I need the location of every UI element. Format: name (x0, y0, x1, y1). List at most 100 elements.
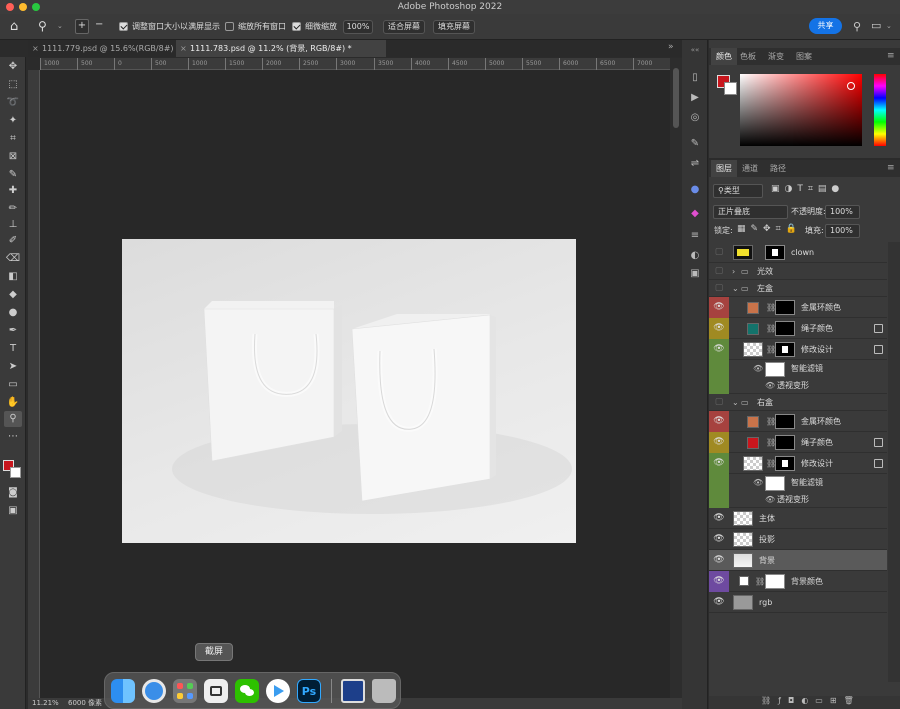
link-layers-icon[interactable]: ⛓ (761, 696, 778, 705)
dodge-tool-icon[interactable]: ● (4, 305, 22, 321)
visibility-icon[interactable]: 👁 (709, 411, 729, 432)
styles-icon[interactable]: ◐ (688, 250, 702, 262)
layer-row[interactable]: 👁 rgb (709, 592, 887, 613)
screen-mode-icon[interactable]: ▣ (4, 503, 22, 519)
layer-row[interactable]: ▢ clown (709, 242, 887, 263)
zoom-window-button[interactable] (32, 3, 40, 11)
tab-document-2[interactable]: × 1111.783.psd @ 11.2% (背景, RGB/8#) * (176, 40, 386, 57)
add-mask-icon[interactable]: ◘ (788, 696, 801, 705)
frame-tool-icon[interactable]: ⊠ (4, 149, 22, 165)
layer-row[interactable]: 👁 ⛓ 修改设计 (709, 453, 887, 474)
search-icon[interactable]: ⚲ (853, 20, 861, 33)
visibility-icon[interactable]: 👁 (765, 378, 775, 394)
minimize-window-button[interactable] (19, 3, 27, 11)
chevron-down-icon[interactable]: ⌄ (57, 22, 63, 30)
plugins-icon[interactable]: ◆ (688, 208, 702, 220)
eraser-tool-icon[interactable]: ⌫ (4, 251, 22, 267)
chevron-down-icon[interactable]: ⌄ (732, 280, 739, 297)
vertical-scrollbar[interactable] (670, 58, 682, 698)
resize-windows-checkbox[interactable] (119, 22, 128, 31)
opacity-field[interactable]: 100% (825, 205, 860, 219)
layer-row[interactable]: 👁 ⛓ 绳子颜色 (709, 318, 887, 339)
pen-tool-icon[interactable]: ✒ (4, 323, 22, 339)
eyedropper-icon[interactable]: ✎ (4, 167, 22, 183)
new-layer-icon[interactable]: ⊞ (830, 696, 844, 705)
share-button[interactable]: 共享 (809, 18, 842, 34)
visibility-icon[interactable]: 👁 (709, 339, 729, 360)
close-tab-icon[interactable]: × (32, 40, 39, 57)
tab-gradients[interactable]: 渐变 (763, 48, 789, 65)
history-icon[interactable]: ▯ (688, 72, 702, 84)
visibility-icon[interactable]: 👁 (709, 453, 729, 474)
chevron-down-icon[interactable]: ⌄ (732, 394, 739, 411)
brush-tool-icon[interactable]: ✏ (4, 201, 22, 217)
zoom-100-button[interactable]: 100% (343, 20, 373, 34)
type-tool-icon[interactable]: T (4, 341, 22, 357)
color-field[interactable] (740, 74, 862, 146)
scrollbar-thumb[interactable] (673, 68, 679, 128)
visibility-icon[interactable]: 👁 (709, 592, 729, 613)
layer-group-row[interactable]: ▢ ⌄ ▭ 右盒 (709, 394, 887, 411)
tab-patterns[interactable]: 图案 (791, 48, 817, 65)
layer-row[interactable]: 👁 ⛓ 金属环颜色 (709, 297, 887, 318)
actions-icon[interactable]: ▶ (688, 92, 702, 104)
path-selection-icon[interactable]: ➤ (4, 359, 22, 375)
hue-slider[interactable] (874, 74, 886, 146)
tab-channels[interactable]: 通道 (737, 160, 763, 177)
filter-row[interactable]: 👁 透视变形 (709, 492, 887, 508)
new-group-icon[interactable]: ▭ (815, 696, 830, 705)
visibility-icon[interactable]: 👁 (709, 508, 729, 529)
layer-group-row[interactable]: ▢ ⌄ ▭ 左盒 (709, 280, 887, 297)
filter-row[interactable]: 👁 透视变形 (709, 378, 887, 394)
fill-screen-button[interactable]: 填充屏幕 (433, 20, 475, 34)
move-tool-icon[interactable]: ✥ (4, 59, 22, 75)
more-tools-icon[interactable]: ⋯ (4, 429, 22, 445)
visibility-icon[interactable]: 👁 (709, 432, 729, 453)
fill-field[interactable]: 100% (825, 224, 860, 238)
tab-color[interactable]: 颜色 (711, 48, 737, 65)
layer-row[interactable]: 👁 主体 (709, 508, 887, 529)
delete-layer-icon[interactable]: 🗑 (844, 696, 861, 705)
layer-filter-icons[interactable]: ▣◑T⌗▤● (771, 184, 866, 194)
lasso-tool-icon[interactable]: ➰ (4, 95, 22, 111)
document-image[interactable] (122, 239, 576, 543)
hand-tool-icon[interactable]: ✋ (4, 395, 22, 411)
visibility-icon[interactable]: 👁 (709, 297, 729, 318)
learn-icon[interactable]: ✎ (688, 138, 702, 150)
smart-filter-row[interactable]: 👁 智能滤镜 (709, 474, 887, 492)
visibility-icon[interactable]: 👁 (765, 492, 775, 508)
visibility-icon[interactable]: 👁 (709, 529, 729, 550)
visibility-icon[interactable]: 👁 (709, 318, 729, 339)
layer-row[interactable]: 👁 ⛓ 金属环颜色 (709, 411, 887, 432)
zoom-out-icon[interactable]: − (95, 19, 103, 30)
marquee-tool-icon[interactable]: ⬚ (4, 77, 22, 93)
preview-icon[interactable] (341, 679, 365, 703)
healing-brush-icon[interactable]: ✚ (4, 183, 22, 199)
smart-filter-row[interactable]: 👁 智能滤镜 (709, 360, 887, 378)
blend-mode-select[interactable]: 正片叠底 (713, 205, 788, 219)
launchpad-icon[interactable] (173, 679, 197, 703)
magic-wand-icon[interactable]: ✦ (4, 113, 22, 129)
background-swatch[interactable] (724, 82, 737, 95)
layer-row[interactable]: 👁 ⛓ 绳子颜色 (709, 432, 887, 453)
close-tab-icon[interactable]: × (180, 40, 187, 57)
zoom-tool-icon[interactable]: ⚲ (4, 411, 22, 427)
layer-group-row[interactable]: ▢ › ▭ 光效 (709, 263, 887, 280)
photoshop-icon[interactable]: Ps (297, 679, 321, 703)
glyphs-icon[interactable]: ▣ (688, 268, 702, 280)
workspace-icon[interactable]: ▭ (871, 19, 881, 32)
color-picker-marker[interactable] (847, 82, 855, 90)
zoom-tool-preset-icon[interactable]: ⚲ (38, 19, 47, 33)
safari-icon[interactable] (142, 679, 166, 703)
finder-icon[interactable] (111, 679, 135, 703)
properties-icon[interactable]: ◎ (688, 112, 702, 124)
layer-row[interactable]: 👁 投影 (709, 529, 887, 550)
trash-icon[interactable] (372, 679, 396, 703)
background-color-swatch[interactable] (10, 467, 21, 478)
lock-icons[interactable]: ▦✎✥⌗🔒 (737, 224, 802, 234)
scrubby-zoom-checkbox[interactable] (292, 22, 301, 31)
visibility-off-icon[interactable]: ▢ (709, 242, 729, 263)
quick-mask-icon[interactable]: ◙ (4, 485, 22, 501)
visibility-icon[interactable]: 👁 (753, 474, 763, 492)
panel-menu-icon[interactable]: ≡ (887, 163, 895, 173)
